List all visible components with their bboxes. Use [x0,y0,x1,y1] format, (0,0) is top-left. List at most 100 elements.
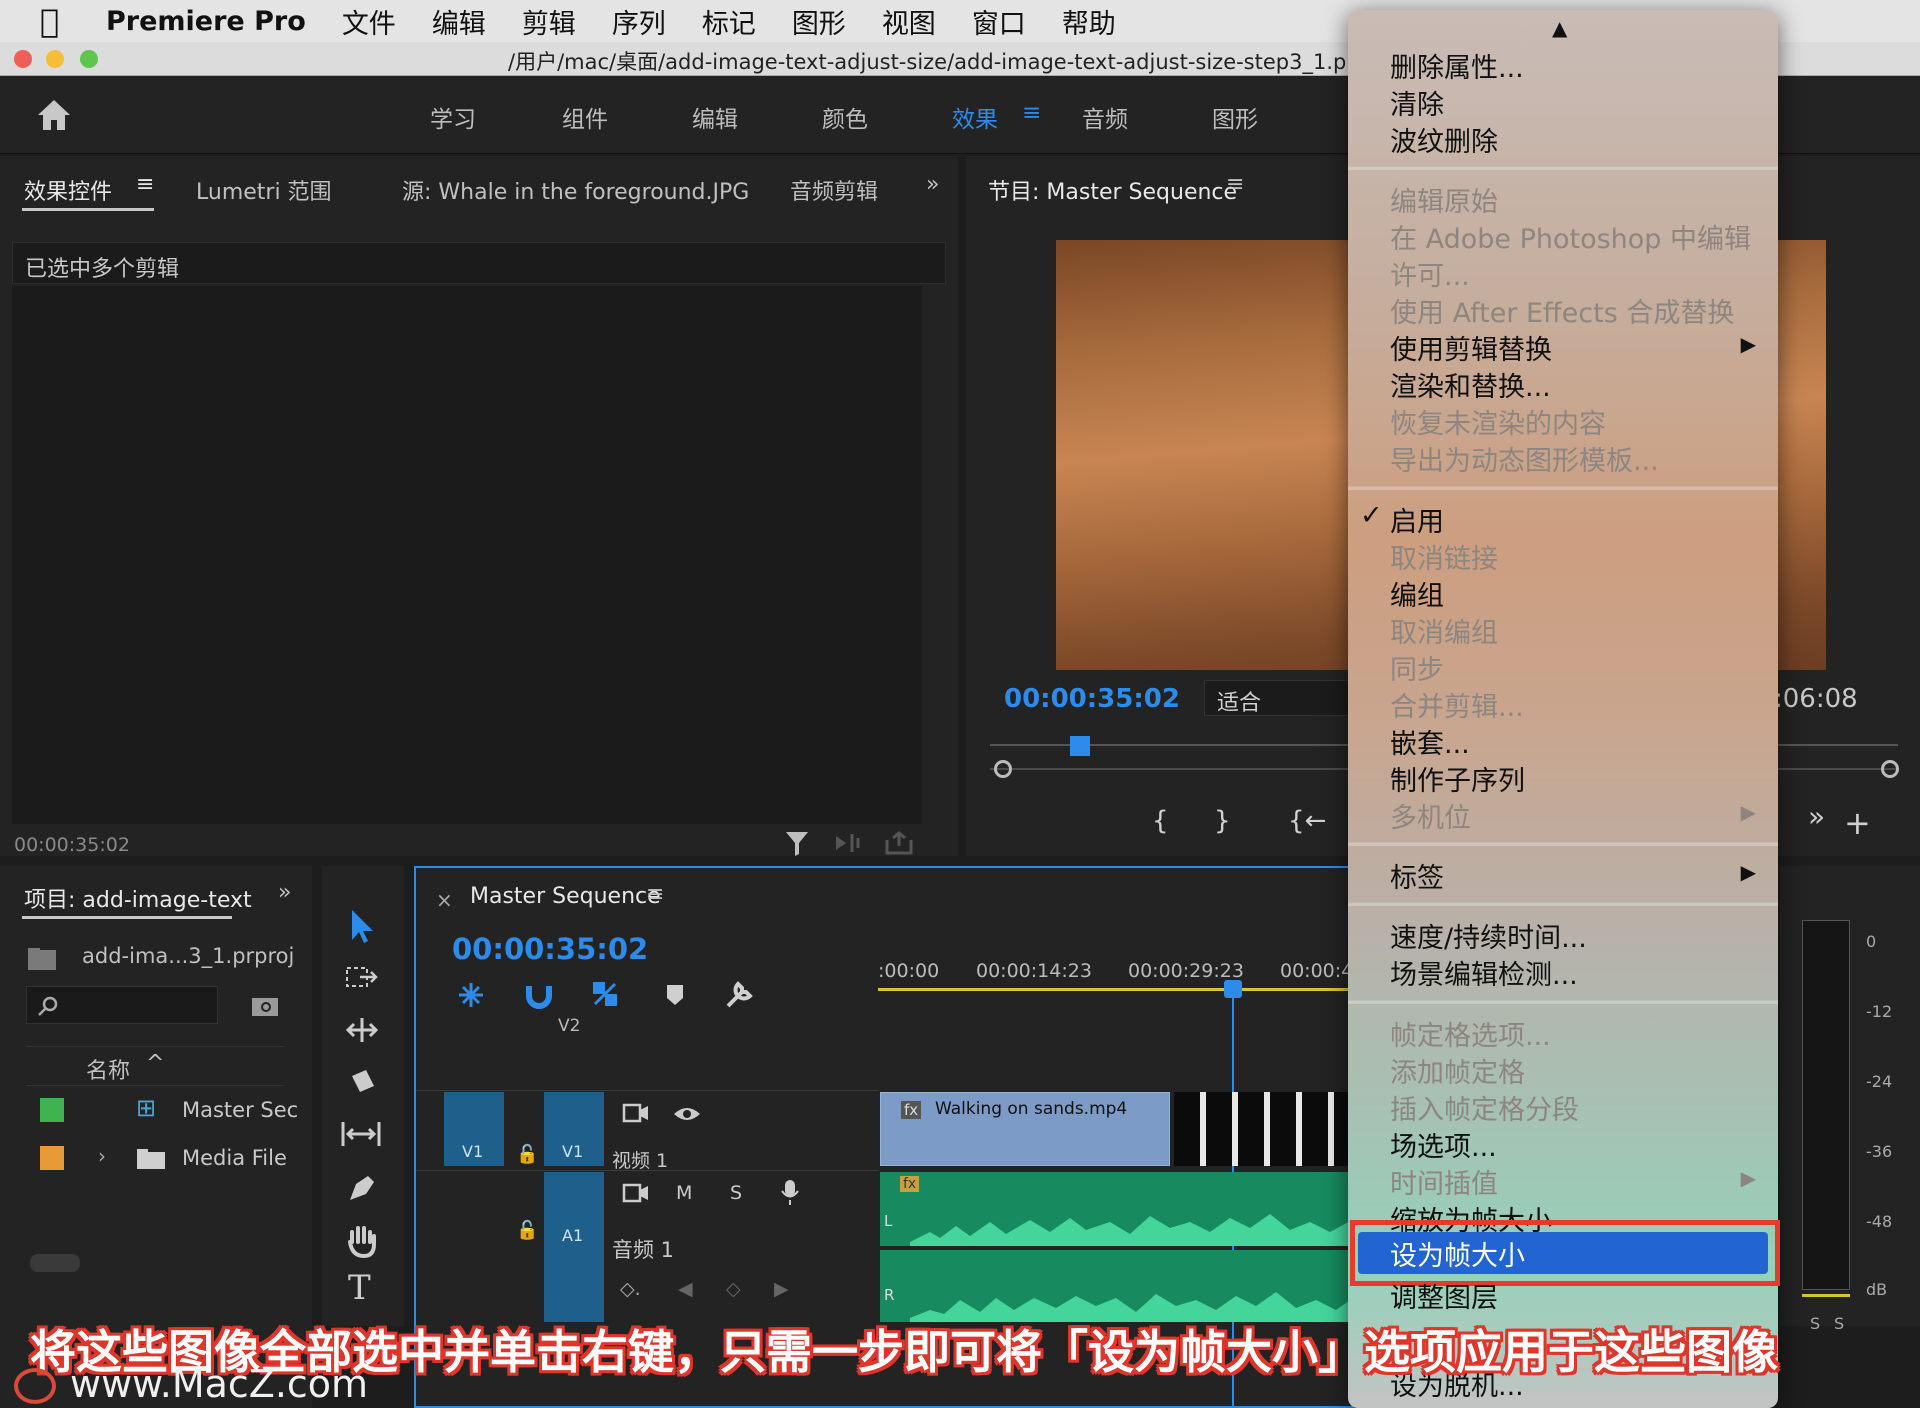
work-area-bar[interactable] [878,988,1356,991]
menu-item-license[interactable]: 许可... [1390,254,1470,293]
export-icon[interactable] [884,830,914,856]
apple-icon[interactable]:  [40,3,76,39]
menu-item-ungroup[interactable]: 取消编组 [1390,611,1498,650]
close-sequence-icon[interactable]: × [436,888,453,912]
menu-item-clear[interactable]: 清除 [1390,83,1444,122]
toggle-track-output-eye-icon[interactable] [672,1104,702,1124]
workspace-editing[interactable]: 编辑 [692,100,738,134]
menu-view[interactable]: 视图 [882,2,936,41]
previous-keyframe-icon[interactable]: ◀ [678,1278,693,1300]
fit-select[interactable]: 适合 [1204,680,1364,716]
menu-item-replace-with-clip[interactable]: 使用剪辑替换 [1390,328,1552,367]
linked-selection-icon[interactable] [590,978,620,1010]
workspace-assembly[interactable]: 组件 [562,100,608,134]
program-monitor-tab[interactable]: 节目: Master Sequence [988,174,1237,206]
tab-audio-clip-mixer[interactable]: 音频剪辑 [790,174,878,206]
add-marker-icon[interactable] [664,982,686,1008]
timeline-menu-icon[interactable]: ≡ [646,882,664,907]
project-scrollbar[interactable] [30,1254,80,1272]
panel-menu-icon[interactable]: ≡ [136,172,154,197]
expand-chevron-icon[interactable]: › [98,1144,106,1168]
menu-item-enable[interactable]: 启用 [1390,500,1444,539]
program-playhead[interactable] [1070,736,1090,756]
menu-item-frame-hold-options[interactable]: 帧定格选项... [1390,1014,1551,1053]
project-list-header[interactable]: 名称 ^ [26,1046,284,1086]
mark-in-icon[interactable]: { [1152,806,1169,836]
menu-item-replace-with-after-effects[interactable]: 使用 After Effects 合成替换 [1390,291,1734,330]
mute-track-button[interactable]: M [676,1182,692,1204]
menu-clip[interactable]: 剪辑 [522,2,576,41]
menu-item-export-motion-graphics-template[interactable]: 导出为动态图形模板... [1390,439,1659,478]
zoom-start-handle[interactable] [994,760,1012,778]
sync-lock-icon[interactable] [622,1182,650,1204]
lock-track-icon[interactable]: 🔓 [516,1220,538,1241]
tab-source[interactable]: 源: Whale in the foreground.JPG [402,174,749,206]
workspace-effects[interactable]: 效果 [952,100,998,134]
audio-clip-right[interactable]: R [880,1250,1356,1322]
razor-tool-icon[interactable] [344,1066,380,1100]
program-menu-icon[interactable]: ≡ [1226,172,1244,197]
go-to-in-icon[interactable]: {← [1288,806,1326,836]
video-clip[interactable]: fx Walking on sands.mp4 [880,1092,1170,1166]
audio-clip-left[interactable]: fx L [880,1172,1356,1246]
program-timecode[interactable]: 00:00:35:02 [1004,684,1180,714]
track-target-a1[interactable]: A1 [544,1172,604,1322]
ripple-edit-tool-icon[interactable] [344,1014,380,1046]
more-controls-icon[interactable]: » [1808,800,1825,833]
menu-item-speed-duration[interactable]: 速度/持续时间... [1390,916,1587,955]
timeline-playhead[interactable] [1224,980,1242,998]
home-icon[interactable] [36,98,72,132]
workspace-menu-icon[interactable]: ≡ [1022,100,1041,126]
type-tool-icon[interactable]: T [348,1268,371,1308]
track-target-v1[interactable]: V1 [544,1092,604,1166]
minimize-window-button[interactable] [46,50,64,68]
menu-item-merge-clips[interactable]: 合并剪辑... [1390,685,1524,724]
solo-track-button[interactable]: S [730,1182,742,1204]
track-select-tool-icon[interactable] [344,962,380,994]
menu-window[interactable]: 窗口 [972,2,1026,41]
timeline-sequence-tab[interactable]: Master Sequence [470,884,661,909]
menu-item-label[interactable]: 标签 [1390,856,1444,895]
menu-item-insert-frame-hold-segment[interactable]: 插入帧定格分段 [1390,1088,1579,1127]
menu-item-add-frame-hold[interactable]: 添加帧定格 [1390,1051,1525,1090]
voiceover-record-mic-icon[interactable] [780,1178,800,1206]
filter-icon[interactable] [784,830,810,858]
list-item[interactable]: ⊞ Master Sec [26,1088,298,1132]
hand-tool-icon[interactable] [344,1222,380,1258]
timeline-timecode[interactable]: 00:00:35:02 [452,932,648,966]
source-patch-v1[interactable]: V1 [444,1092,504,1166]
more-tabs-icon[interactable]: » [926,172,939,197]
pen-tool-icon[interactable] [344,1170,380,1206]
solo-left-button[interactable]: S [1810,1314,1820,1333]
menu-item-synchronize[interactable]: 同步 [1390,648,1444,687]
solo-right-button[interactable]: S [1834,1314,1844,1333]
menu-item-ripple-delete[interactable]: 波纹删除 [1390,120,1498,159]
tab-lumetri-scopes[interactable]: Lumetri 范围 [196,174,332,206]
menu-item-time-interpolation[interactable]: 时间插值 [1390,1162,1498,1201]
menu-markers[interactable]: 标记 [702,2,756,41]
menu-item-group[interactable]: 编组 [1390,574,1444,613]
menu-item-make-subsequence[interactable]: 制作子序列 [1390,759,1525,798]
tab-effect-controls[interactable]: 效果控件 [24,174,112,206]
button-editor-icon[interactable]: + [1844,804,1871,842]
menu-file[interactable]: 文件 [342,2,396,41]
menu-item-scene-edit-detection[interactable]: 场景编辑检测... [1390,953,1578,992]
column-name-header[interactable]: 名称 [86,1053,130,1085]
menu-edit[interactable]: 编辑 [432,2,486,41]
sort-ascending-icon[interactable]: ^ [146,1051,164,1076]
menu-item-unlink[interactable]: 取消链接 [1390,537,1498,576]
workspace-color[interactable]: 颜色 [822,100,868,134]
workspace-graphics[interactable]: 图形 [1212,100,1258,134]
menu-item-remove-attributes[interactable]: 删除属性... [1390,46,1524,85]
timeline-ruler[interactable]: :00:00 00:00:14:23 00:00:29:23 00:00:4 [878,952,1356,992]
zoom-end-handle[interactable] [1881,760,1899,778]
app-name-menu[interactable]: Premiere Pro [106,6,306,37]
menu-item-field-options[interactable]: 场选项... [1390,1125,1497,1164]
timeline-settings-wrench-icon[interactable] [724,978,756,1010]
project-search-input[interactable] [26,986,218,1024]
mark-out-icon[interactable]: } [1214,806,1231,836]
play-audio-icon[interactable] [834,830,864,856]
scroll-up-arrow-icon[interactable]: ▲ [1552,16,1567,40]
lock-track-icon[interactable]: 🔓 [516,1144,538,1165]
image-clips[interactable] [1174,1092,1356,1166]
